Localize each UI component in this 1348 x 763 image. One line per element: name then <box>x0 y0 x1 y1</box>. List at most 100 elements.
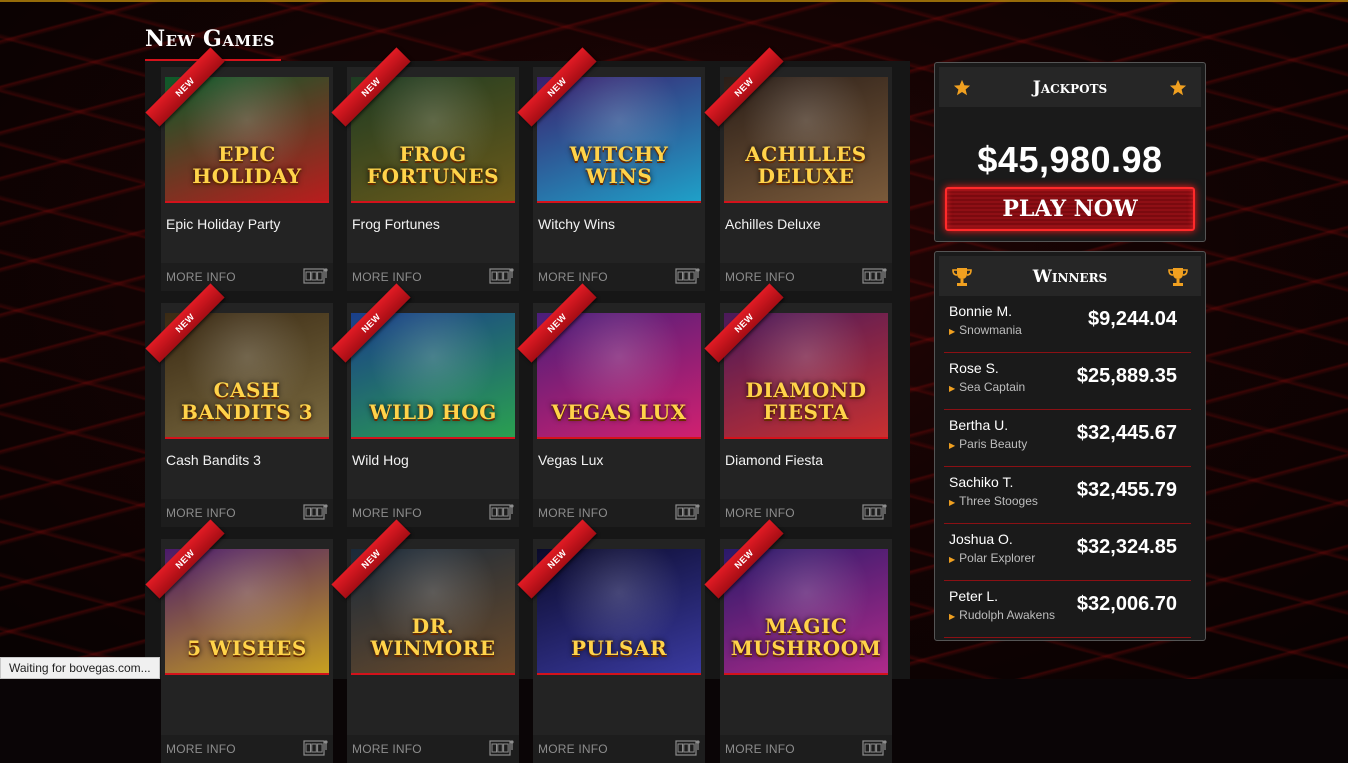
jackpots-panel: Jackpots $45,980.98 PLAY NOW <box>934 62 1206 242</box>
play-now-button[interactable]: PLAY NOW <box>945 187 1195 231</box>
game-name[interactable]: Epic Holiday Party <box>166 216 280 232</box>
card-footer: MORE INFO <box>720 263 892 291</box>
winner-name: Sachiko T. <box>949 474 1014 490</box>
browser-status-bar: Waiting for bovegas.com... <box>0 657 160 679</box>
winner-name: Joshua O. <box>949 531 1013 547</box>
game-art-title: DR. WINMORE <box>370 614 496 660</box>
slot-machine-icon <box>303 504 328 520</box>
winner-row: Sachiko T. ▶ Three Stooges $32,455.79 <box>944 467 1191 524</box>
jackpots-header: Jackpots <box>939 67 1201 107</box>
slot-machine-icon <box>303 740 328 756</box>
card-footer: MORE INFO <box>161 499 333 527</box>
more-info-link[interactable]: MORE INFO <box>725 270 795 284</box>
game-card[interactable]: 5 WISHES NEW MORE INFO <box>145 519 333 763</box>
winner-amount: $9,244.04 <box>1088 308 1177 330</box>
game-card[interactable]: DR. WINMORE NEW MORE INFO <box>331 519 519 763</box>
more-info-link[interactable]: MORE INFO <box>538 270 608 284</box>
card-footer: MORE INFO <box>720 499 892 527</box>
play-triangle-icon: ▶ <box>949 612 956 621</box>
card-footer: MORE INFO <box>347 263 519 291</box>
winner-amount: $25,889.35 <box>1076 365 1177 387</box>
card-footer: MORE INFO <box>161 735 333 763</box>
play-triangle-icon: ▶ <box>949 441 956 450</box>
winner-row: Bonnie M. ▶ Snowmania $9,244.04 <box>944 296 1191 353</box>
game-name[interactable]: Vegas Lux <box>538 452 603 468</box>
slot-machine-icon <box>862 740 887 756</box>
game-art-title: EPIC HOLIDAY <box>192 142 302 188</box>
slot-machine-icon <box>675 740 700 756</box>
slot-machine-icon <box>675 268 700 284</box>
game-art-title: WITCHY WINS <box>569 142 669 188</box>
slot-machine-icon <box>489 504 514 520</box>
game-card[interactable]: WITCHY WINS NEW Witchy Wins MORE INFO <box>517 47 705 291</box>
top-border <box>0 0 1348 2</box>
winner-name: Rose S. <box>949 360 999 376</box>
game-card[interactable]: DIAMOND FIESTA NEW Diamond Fiesta MORE INFO <box>704 283 892 527</box>
play-triangle-icon: ▶ <box>949 384 956 393</box>
winner-game-label: Rudolph Awakens <box>959 608 1056 622</box>
more-info-link[interactable]: MORE INFO <box>352 742 422 756</box>
more-info-link[interactable]: MORE INFO <box>538 742 608 756</box>
game-card[interactable]: CASH BANDITS 3 NEW Cash Bandits 3 MORE INFO <box>145 283 333 527</box>
winner-name: Peter L. <box>949 588 999 604</box>
game-card[interactable]: PULSAR NEW MORE INFO <box>517 519 705 763</box>
game-name[interactable]: Cash Bandits 3 <box>166 452 261 468</box>
game-art-title: WILD HOG <box>369 400 497 424</box>
more-info-link[interactable]: MORE INFO <box>725 742 795 756</box>
winner-game-label: Three Stooges <box>959 494 1038 508</box>
more-info-link[interactable]: MORE INFO <box>538 506 608 520</box>
game-art-title: 5 WISHES <box>187 636 307 660</box>
game-card[interactable]: EPIC HOLIDAY NEW Epic Holiday Party MORE IN… <box>145 47 333 291</box>
jackpot-amount: $45,980.98 <box>977 139 1163 180</box>
more-info-link[interactable]: MORE INFO <box>166 742 236 756</box>
game-name[interactable]: Witchy Wins <box>538 216 615 232</box>
winner-game[interactable]: ▶ Snowmania <box>949 323 1022 337</box>
game-name[interactable]: Achilles Deluxe <box>725 216 821 232</box>
winner-game-label: Polar Explorer <box>959 551 1036 565</box>
game-card[interactable]: MAGIC MUSHROOM NEW MORE INFO <box>704 519 892 763</box>
slot-machine-icon <box>862 268 887 284</box>
game-art-title: VEGAS LUX <box>551 400 687 424</box>
game-card[interactable]: WILD HOG NEW Wild Hog MORE INFO <box>331 283 519 527</box>
game-card[interactable]: ACHILLES DELUXE NEW Achilles Deluxe MORE IN… <box>704 47 892 291</box>
slot-machine-icon <box>303 268 328 284</box>
winner-name: Bonnie M. <box>949 303 1013 319</box>
slot-machine-icon <box>675 504 700 520</box>
more-info-link[interactable]: MORE INFO <box>166 506 236 520</box>
trophy-icon <box>952 268 972 286</box>
games-grid: EPIC HOLIDAY NEW Epic Holiday Party MORE IN… <box>145 47 910 763</box>
winner-game[interactable]: ▶ Sea Captain <box>949 380 1025 394</box>
more-info-link[interactable]: MORE INFO <box>352 270 422 284</box>
game-name[interactable]: Wild Hog <box>352 452 409 468</box>
card-footer: MORE INFO <box>347 735 519 763</box>
game-name[interactable]: Diamond Fiesta <box>725 452 823 468</box>
card-footer: MORE INFO <box>161 263 333 291</box>
play-triangle-icon: ▶ <box>949 327 956 336</box>
game-card[interactable]: FROG FORTUNES NEW Frog Fortunes MORE INFO <box>331 47 519 291</box>
winner-row: Rose S. ▶ Sea Captain $25,889.35 <box>944 353 1191 410</box>
game-name[interactable]: Frog Fortunes <box>352 216 440 232</box>
winner-game[interactable]: ▶ Three Stooges <box>949 494 1038 508</box>
winner-game[interactable]: ▶ Paris Beauty <box>949 437 1027 451</box>
winner-row: Joshua O. ▶ Polar Explorer $32,324.85 <box>944 524 1191 581</box>
more-info-link[interactable]: MORE INFO <box>166 270 236 284</box>
game-art-title: CASH BANDITS 3 <box>180 378 314 424</box>
slot-machine-icon <box>489 268 514 284</box>
play-triangle-icon: ▶ <box>949 555 956 564</box>
winner-game[interactable]: ▶ Polar Explorer <box>949 551 1035 565</box>
winner-amount: $32,324.85 <box>1076 536 1177 558</box>
card-footer: MORE INFO <box>533 499 705 527</box>
more-info-link[interactable]: MORE INFO <box>352 506 422 520</box>
game-card[interactable]: VEGAS LUX NEW Vegas Lux MORE INFO <box>517 283 705 527</box>
game-art-title: MAGIC MUSHROOM <box>730 614 882 660</box>
winner-game-label: Paris Beauty <box>959 437 1028 451</box>
winner-game[interactable]: ▶ Rudolph Awakens <box>949 608 1055 622</box>
winners-panel: Winners Bonnie M. ▶ Snowmania $9,244.04 Rose… <box>934 251 1206 641</box>
star-icon <box>1169 79 1187 96</box>
winner-name: Bertha U. <box>949 417 1009 433</box>
game-art-title: PULSAR <box>570 636 668 660</box>
more-info-link[interactable]: MORE INFO <box>725 506 795 520</box>
game-art-title: DIAMOND FIESTA <box>745 378 867 424</box>
card-footer: MORE INFO <box>720 735 892 763</box>
jackpots-title: Jackpots <box>1032 78 1108 98</box>
